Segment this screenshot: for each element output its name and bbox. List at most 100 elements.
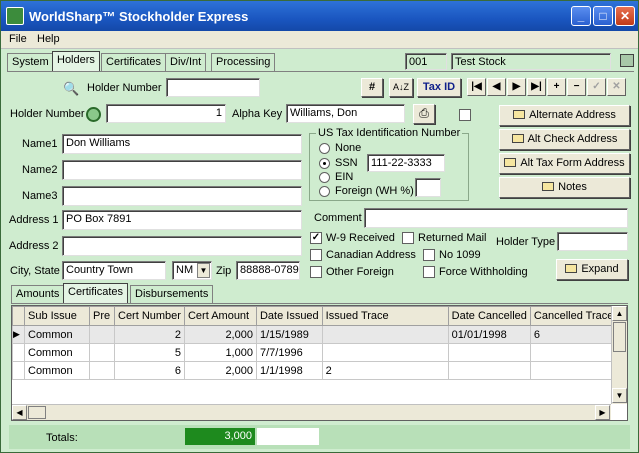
w9-received-checkbox[interactable]: ✓ bbox=[310, 232, 322, 244]
col-issued-trace[interactable]: Issued Trace bbox=[321, 306, 449, 326]
returned-mail-checkbox[interactable] bbox=[402, 232, 414, 244]
scroll-right-icon[interactable]: ▶ bbox=[595, 405, 610, 420]
table-row[interactable]: Common 6 2,000 1/1/1998 2 bbox=[12, 361, 621, 380]
binoculars-icon[interactable]: 🔍 bbox=[63, 81, 79, 97]
cell-date-issued[interactable]: 1/15/1989 bbox=[255, 325, 323, 344]
sort-az-button[interactable]: A↓Z bbox=[389, 78, 413, 97]
horizontal-scroll-thumb[interactable] bbox=[28, 406, 46, 419]
withholding-pct-input[interactable] bbox=[415, 178, 441, 197]
cell-cert-amount[interactable]: 1,000 bbox=[183, 343, 257, 362]
cell-date-issued[interactable]: 7/7/1996 bbox=[255, 343, 323, 362]
tab-processing[interactable]: Processing bbox=[211, 53, 276, 71]
col-cancelled-trace[interactable]: Cancelled Trace bbox=[529, 306, 621, 326]
city-input[interactable]: Country Town bbox=[62, 261, 166, 280]
scroll-up-icon[interactable]: ▲ bbox=[612, 306, 627, 321]
post-record-button[interactable]: ✓ bbox=[587, 78, 606, 96]
holder-lookup-icon[interactable] bbox=[86, 107, 101, 122]
table-row[interactable]: Common 5 1,000 7/7/1996 bbox=[12, 343, 621, 362]
comment-input[interactable] bbox=[364, 208, 628, 228]
hash-button[interactable]: # bbox=[361, 78, 383, 97]
cell-issued-trace[interactable] bbox=[321, 343, 449, 362]
canadian-address-checkbox[interactable] bbox=[310, 249, 322, 261]
tab-system[interactable]: System bbox=[7, 53, 54, 71]
search-holder-number-input[interactable] bbox=[166, 78, 260, 97]
delete-record-button[interactable]: − bbox=[567, 78, 586, 96]
notes-button[interactable]: Notes bbox=[499, 177, 630, 198]
address1-input[interactable]: PO Box 7891 bbox=[62, 210, 302, 230]
cell-cancelled-trace[interactable] bbox=[529, 343, 621, 362]
table-row[interactable]: ▶ Common 2 2,000 1/15/1989 01/01/1998 6 bbox=[12, 325, 621, 344]
menu-help[interactable]: Help bbox=[37, 33, 60, 45]
holder-number-input[interactable]: 1 bbox=[106, 104, 226, 123]
cell-issued-trace[interactable]: 2 bbox=[321, 361, 449, 380]
scroll-down-icon[interactable]: ▼ bbox=[612, 388, 627, 403]
alt-tax-form-address-button[interactable]: Alt Tax Form Address bbox=[499, 153, 630, 174]
horizontal-scrollbar[interactable]: ◀ ▶ bbox=[12, 404, 611, 420]
taxid-foreign-radio[interactable] bbox=[319, 186, 330, 197]
col-cert-amount[interactable]: Cert Amount bbox=[183, 306, 257, 326]
next-record-button[interactable]: ▶ bbox=[507, 78, 526, 96]
col-pre[interactable]: Pre bbox=[89, 306, 115, 326]
add-record-button[interactable]: + bbox=[547, 78, 566, 96]
monitor-icon[interactable] bbox=[620, 54, 634, 67]
prev-record-button[interactable]: ◀ bbox=[487, 78, 506, 96]
subtab-certificates[interactable]: Certificates bbox=[63, 283, 129, 304]
tax-id-button[interactable]: Tax ID bbox=[417, 78, 461, 97]
ssn-input[interactable]: 111-22-3333 bbox=[367, 154, 445, 172]
cell-date-cancelled[interactable] bbox=[447, 343, 531, 362]
cell-pre[interactable] bbox=[89, 325, 115, 344]
alt-check-address-button[interactable]: Alt Check Address bbox=[499, 129, 630, 150]
vertical-scroll-thumb[interactable] bbox=[613, 322, 626, 352]
name3-input[interactable] bbox=[62, 186, 302, 206]
subtab-disbursements[interactable]: Disbursements bbox=[130, 285, 214, 303]
col-date-issued[interactable]: Date Issued bbox=[255, 306, 323, 326]
cell-cancelled-trace[interactable]: 6 bbox=[529, 325, 621, 344]
cell-cert-amount[interactable]: 2,000 bbox=[183, 361, 257, 380]
cell-pre[interactable] bbox=[89, 343, 115, 362]
print-icon[interactable]: ⎙ bbox=[413, 104, 435, 124]
force-withholding-checkbox[interactable] bbox=[423, 266, 435, 278]
holder-type-input[interactable] bbox=[557, 232, 628, 251]
row-selector[interactable] bbox=[12, 343, 25, 362]
menu-file[interactable]: File bbox=[9, 33, 27, 45]
tab-holders[interactable]: Holders bbox=[52, 51, 100, 72]
cell-sub-issue[interactable]: Common bbox=[24, 361, 90, 380]
address2-input[interactable] bbox=[62, 236, 302, 256]
holder-flag-checkbox[interactable] bbox=[459, 109, 471, 121]
cell-cert-number[interactable]: 6 bbox=[114, 361, 185, 380]
name2-input[interactable] bbox=[62, 160, 302, 180]
minimize-button[interactable]: _ bbox=[571, 6, 591, 26]
col-date-cancelled[interactable]: Date Cancelled bbox=[447, 306, 531, 326]
alpha-key-input[interactable]: Williams, Don bbox=[286, 104, 405, 123]
cell-pre[interactable] bbox=[89, 361, 115, 380]
cell-issued-trace[interactable] bbox=[321, 325, 449, 344]
tab-certificates[interactable]: Certificates bbox=[101, 53, 167, 71]
alternate-address-button[interactable]: Alternate Address bbox=[499, 105, 630, 126]
cell-sub-issue[interactable]: Common bbox=[24, 343, 90, 362]
taxid-none-radio[interactable] bbox=[319, 143, 330, 154]
scroll-left-icon[interactable]: ◀ bbox=[12, 405, 27, 420]
row-selector[interactable] bbox=[12, 361, 25, 380]
title-bar[interactable]: WorldSharp™ Stockholder Express _ □ ✕ bbox=[1, 1, 638, 31]
cell-cert-number[interactable]: 5 bbox=[114, 343, 185, 362]
col-cert-number[interactable]: Cert Number bbox=[114, 306, 185, 326]
name1-input[interactable]: Don Williams bbox=[62, 134, 302, 154]
cell-date-cancelled[interactable]: 01/01/1998 bbox=[447, 325, 531, 344]
other-foreign-checkbox[interactable] bbox=[310, 266, 322, 278]
tab-div-int[interactable]: Div/Int bbox=[165, 53, 207, 71]
close-button[interactable]: ✕ bbox=[615, 6, 635, 26]
taxid-ssn-radio[interactable] bbox=[319, 158, 330, 169]
cell-date-issued[interactable]: 1/1/1998 bbox=[255, 361, 323, 380]
col-sub-issue[interactable]: Sub Issue bbox=[24, 306, 90, 326]
state-select[interactable]: NM ▼ bbox=[172, 261, 212, 280]
cell-cancelled-trace[interactable] bbox=[529, 361, 621, 380]
cell-cert-number[interactable]: 2 bbox=[114, 325, 185, 344]
expand-button[interactable]: Expand bbox=[556, 259, 628, 280]
no-1099-checkbox[interactable] bbox=[423, 249, 435, 261]
last-record-button[interactable]: ▶| bbox=[527, 78, 546, 96]
zip-input[interactable]: 88888-0789 bbox=[236, 261, 300, 280]
cell-date-cancelled[interactable] bbox=[447, 361, 531, 380]
first-record-button[interactable]: |◀ bbox=[467, 78, 486, 96]
subtab-amounts[interactable]: Amounts bbox=[11, 285, 65, 303]
cell-cert-amount[interactable]: 2,000 bbox=[183, 325, 257, 344]
